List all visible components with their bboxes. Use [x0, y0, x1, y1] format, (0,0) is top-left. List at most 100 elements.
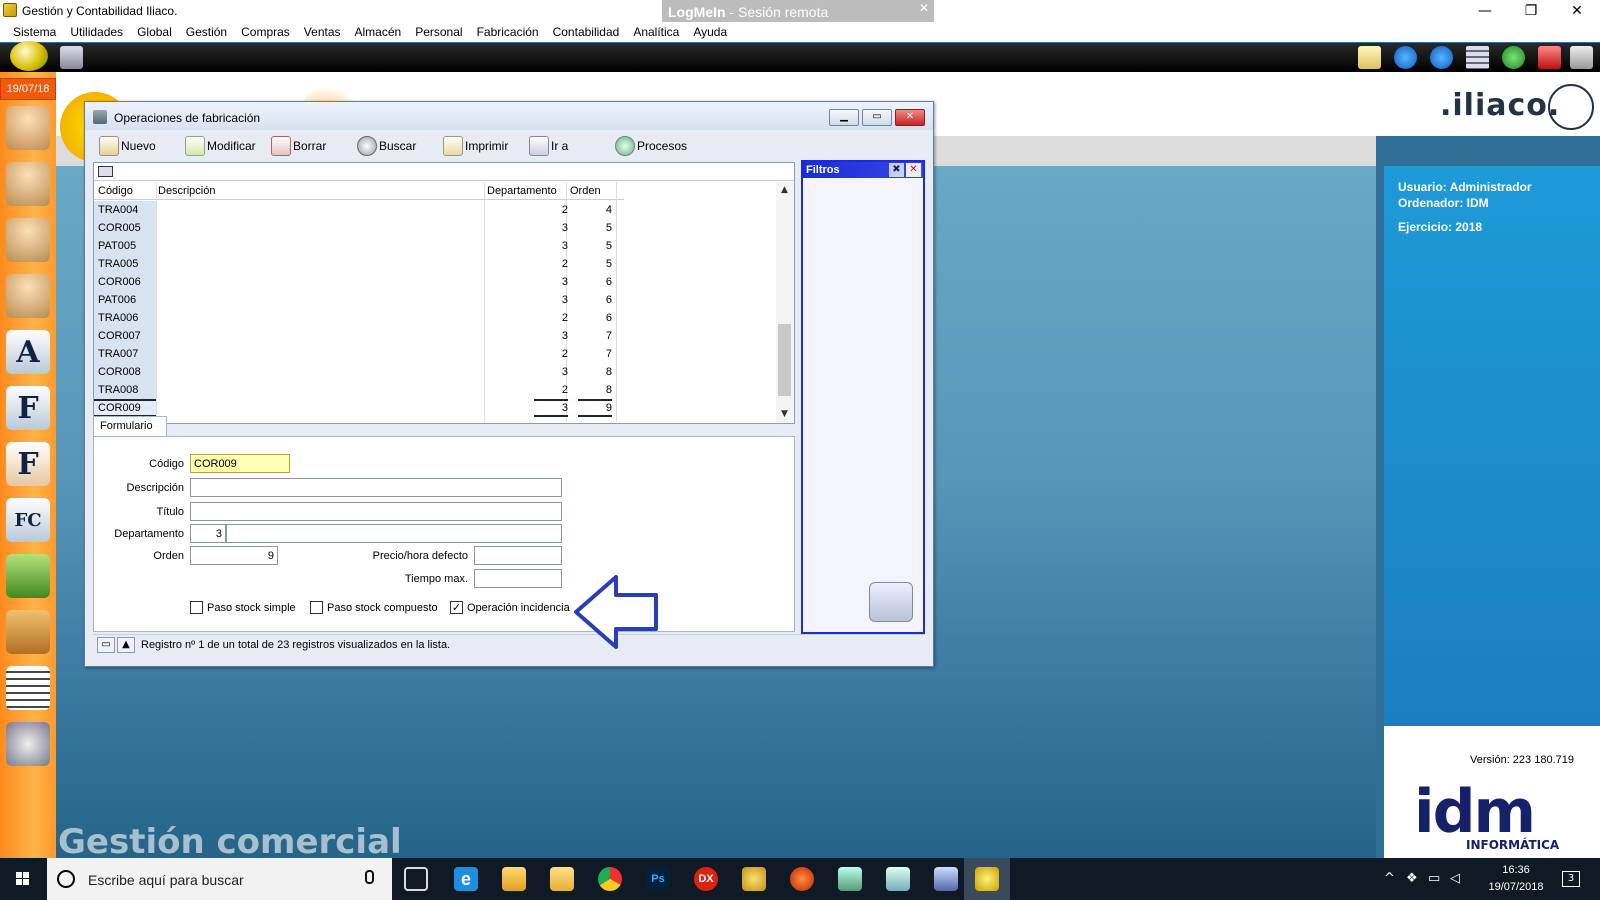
paso-stock-simple-checkbox[interactable]: Paso stock simple: [190, 601, 296, 614]
table-row[interactable]: PAT005 3 5: [94, 237, 624, 255]
forward-arrow-icon[interactable]: [1430, 46, 1453, 69]
table-row[interactable]: COR009 3 9: [94, 399, 624, 417]
chrome-icon[interactable]: [598, 867, 622, 891]
remote-tool-icon[interactable]: [934, 867, 958, 891]
precio-hora-field[interactable]: [474, 546, 562, 565]
menu-almacen[interactable]: Almacén: [348, 22, 409, 42]
articles-icon[interactable]: A: [6, 330, 50, 374]
menu-personal[interactable]: Personal: [408, 22, 469, 42]
scroll-thumb[interactable]: [778, 324, 791, 396]
iliaco-app-icon[interactable]: [742, 867, 766, 891]
firebird-icon[interactable]: [790, 867, 814, 891]
menu-compras[interactable]: Compras: [234, 22, 297, 42]
grid-filter-row[interactable]: [94, 163, 794, 181]
menu-global[interactable]: Global: [130, 22, 179, 42]
menu-analitica[interactable]: Analítica: [626, 22, 686, 42]
users-settings-icon[interactable]: [869, 582, 913, 622]
close-window-button[interactable]: ✕: [1554, 0, 1600, 22]
table-row[interactable]: TRA006 2 6: [94, 309, 624, 327]
procesos-button[interactable]: Procesos: [615, 134, 687, 158]
help-icon[interactable]: [1502, 46, 1525, 69]
agent-icon[interactable]: [6, 274, 50, 318]
window-title-bar[interactable]: Operaciones de fabricación ▁ ▭ ✕: [85, 102, 933, 130]
tab-formulario[interactable]: Formulario: [93, 416, 167, 436]
collapse-up-icon[interactable]: ▲: [117, 637, 135, 653]
table-row[interactable]: TRA008 2 8: [94, 381, 624, 399]
codigo-field[interactable]: [190, 454, 290, 473]
checkbox-box[interactable]: [190, 601, 203, 614]
mail-icon[interactable]: [1358, 46, 1381, 69]
clients-icon[interactable]: [6, 106, 50, 150]
notifications-icon[interactable]: 3: [1562, 871, 1580, 887]
nuevo-button[interactable]: Nuevo: [99, 134, 156, 158]
filtros-pin-icon[interactable]: ✖: [889, 163, 904, 177]
tools-icon[interactable]: [6, 722, 50, 766]
home-orb-icon[interactable]: [10, 41, 48, 71]
notes-app-icon[interactable]: [886, 867, 910, 891]
provider-icon[interactable]: [6, 218, 50, 262]
iliaco-active-app-icon[interactable]: [975, 867, 999, 891]
sales-bag-icon[interactable]: [6, 610, 50, 654]
table-row[interactable]: TRA004 2 4: [94, 201, 624, 219]
tiempo-max-field[interactable]: [474, 569, 562, 588]
dropbox-icon[interactable]: ❖: [1406, 871, 1418, 886]
menu-utilidades[interactable]: Utilidades: [63, 22, 130, 42]
departamento-name-field[interactable]: [226, 524, 562, 543]
menu-ayuda[interactable]: Ayuda: [686, 22, 734, 42]
invoices-provider-icon[interactable]: F: [6, 442, 50, 486]
list-icon[interactable]: [6, 666, 50, 710]
filter-row-icon[interactable]: [98, 166, 113, 177]
scroll-up-icon[interactable]: ▲: [776, 182, 793, 199]
user-icon[interactable]: [6, 162, 50, 206]
restore-window-button[interactable]: ❐: [1508, 0, 1554, 22]
grid-vertical-scrollbar[interactable]: ▲ ▼: [776, 182, 793, 423]
scroll-down-icon[interactable]: ▼: [776, 406, 793, 423]
modificar-button[interactable]: Modificar: [185, 134, 256, 158]
mail-app-icon[interactable]: [502, 867, 526, 891]
menu-ventas[interactable]: Ventas: [297, 22, 348, 42]
invoices-icon[interactable]: F: [6, 386, 50, 430]
network-status-icon[interactable]: ▭: [1428, 871, 1440, 886]
table-row[interactable]: PAT006 3 6: [94, 291, 624, 309]
ir-a-button[interactable]: Ir a: [529, 134, 568, 158]
exit-icon[interactable]: [1570, 46, 1593, 69]
borrar-button[interactable]: Borrar: [271, 134, 326, 158]
filtros-close-icon[interactable]: ✕: [906, 163, 921, 177]
photoshop-icon[interactable]: Ps: [646, 867, 670, 891]
start-button[interactable]: [0, 858, 46, 900]
col-orden-header[interactable]: Orden: [570, 185, 601, 197]
tray-expand-icon[interactable]: ^: [1384, 871, 1395, 886]
table-row[interactable]: TRA005 2 5: [94, 255, 624, 273]
orden-field[interactable]: [190, 546, 278, 565]
shopping-bag-icon[interactable]: [6, 554, 50, 598]
table-row[interactable]: COR006 3 6: [94, 273, 624, 291]
logmein-close-icon[interactable]: ✕: [919, 0, 929, 16]
table-row[interactable]: COR008 3 8: [94, 363, 624, 381]
back-arrow-icon[interactable]: [1394, 46, 1417, 69]
edge-browser-icon[interactable]: e: [454, 867, 478, 891]
operacion-incidencia-checkbox[interactable]: ✓ Operación incidencia: [450, 601, 570, 614]
file-explorer-icon[interactable]: [550, 867, 574, 891]
buscar-button[interactable]: Buscar: [357, 134, 416, 158]
checkbox-checked-box[interactable]: ✓: [450, 601, 463, 614]
fc-icon[interactable]: FC: [6, 498, 50, 542]
col-codigo-header[interactable]: Código: [98, 185, 133, 197]
col-departamento-header[interactable]: Departamento: [487, 185, 557, 197]
menu-fabricacion[interactable]: Fabricación: [470, 22, 546, 42]
checkbox-box[interactable]: [310, 601, 323, 614]
window-maximize-button[interactable]: ▭: [862, 109, 892, 126]
taskbar-search-box[interactable]: Escribe aquí para buscar: [47, 858, 392, 900]
window-minimize-button[interactable]: ▁: [829, 109, 859, 126]
descripcion-field[interactable]: [190, 478, 562, 497]
task-view-icon[interactable]: [404, 867, 428, 891]
table-row[interactable]: COR005 3 5: [94, 219, 624, 237]
table-row[interactable]: COR007 3 7: [94, 327, 624, 345]
dx-app-icon[interactable]: DX: [694, 867, 718, 891]
departamento-code-field[interactable]: [190, 524, 226, 543]
imprimir-button[interactable]: Imprimir: [443, 134, 508, 158]
paso-stock-compuesto-checkbox[interactable]: Paso stock compuesto: [310, 601, 438, 614]
col-descripcion-header[interactable]: Descripción: [158, 185, 215, 197]
network-tool-icon[interactable]: [838, 867, 862, 891]
close-doc-icon[interactable]: [1538, 46, 1561, 69]
windows-list-icon[interactable]: [1466, 46, 1489, 69]
